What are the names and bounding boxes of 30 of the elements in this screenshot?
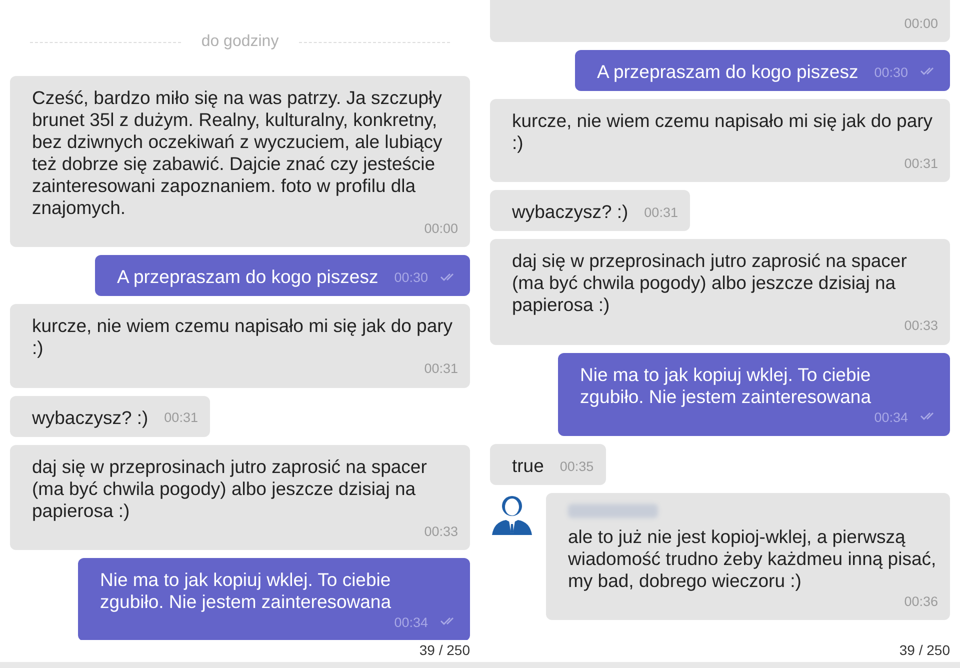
message-text: kurcze, nie wiem czemu napisało mi się jak do pary :) — [512, 110, 934, 154]
message-time: 00:34 — [394, 614, 428, 632]
character-counter: 39 / 250 — [419, 641, 470, 660]
message-text: wybaczysz? :) — [32, 406, 148, 428]
message-text: daj się w przeprosinach jutro zaprosić na spacer (ma być chwila pogody) albo jeszcze dzisiaj na papierosa :) — [32, 456, 428, 522]
message-text: kurcze, nie wiem czemu napisało mi się jak do pary :) — [32, 315, 454, 360]
message-text: ale to już nie jest kopioj-wklej, a pierwszą wiadomość trudno żeby każdmeu inną pisać, my bad, dobrego wieczoru :) — [568, 526, 938, 592]
message-text: A przepraszam do kogo piszesz — [597, 61, 858, 83]
date-divider: do godziny — [201, 32, 279, 52]
message-time: 00:31 — [424, 360, 458, 378]
message-text: wybaczysz? :) — [512, 201, 628, 224]
message-text: Cześć, bardzo miło się na was patrzy. Ja szczupły brunet 35l z dużym. Realny, kulturalny, konkretny, bez dziwnych oczekiwań z wyczuciem, ale lubiący też dobrze się zabawić. Dajcie znać czy jesteście zainteresowani zapoznaniem. foto w profilu dla znajomych. — [32, 87, 444, 219]
message-text: true — [512, 454, 544, 477]
message-time: 00:35 — [560, 458, 594, 476]
message-time: 00:30 — [394, 269, 428, 287]
message-text: A przepraszam do kogo piszesz — [117, 266, 378, 288]
message-time: 00:33 — [424, 522, 458, 540]
character-counter: 39 / 250 — [899, 641, 950, 660]
message-text: Nie ma to jak kopiuj wklej. To ciebie zgubiło. Nie jestem zainteresowana — [100, 568, 392, 613]
message-time: 00:00 — [424, 220, 458, 238]
message-time: 00:33 — [904, 317, 938, 336]
message-time: 00:31 — [644, 204, 678, 222]
message-time: 00:31 — [164, 409, 198, 428]
message-time: 00:31 — [904, 155, 938, 173]
message-text: daj się w przeprosinach jutro zaprosić na spacer (ma być chwila pogody) albo jeszcze dzisiaj na papierosa :) — [512, 250, 908, 316]
message-time: 00:36 — [904, 592, 938, 611]
message-time: 00:34 — [874, 408, 908, 426]
message-text: Nie ma to jak kopiuj wklej. To ciebie zgubiło. Nie jestem zainteresowana — [580, 364, 872, 408]
message-time: 00:00 — [904, 14, 938, 33]
message-time: 00:30 — [874, 64, 908, 82]
